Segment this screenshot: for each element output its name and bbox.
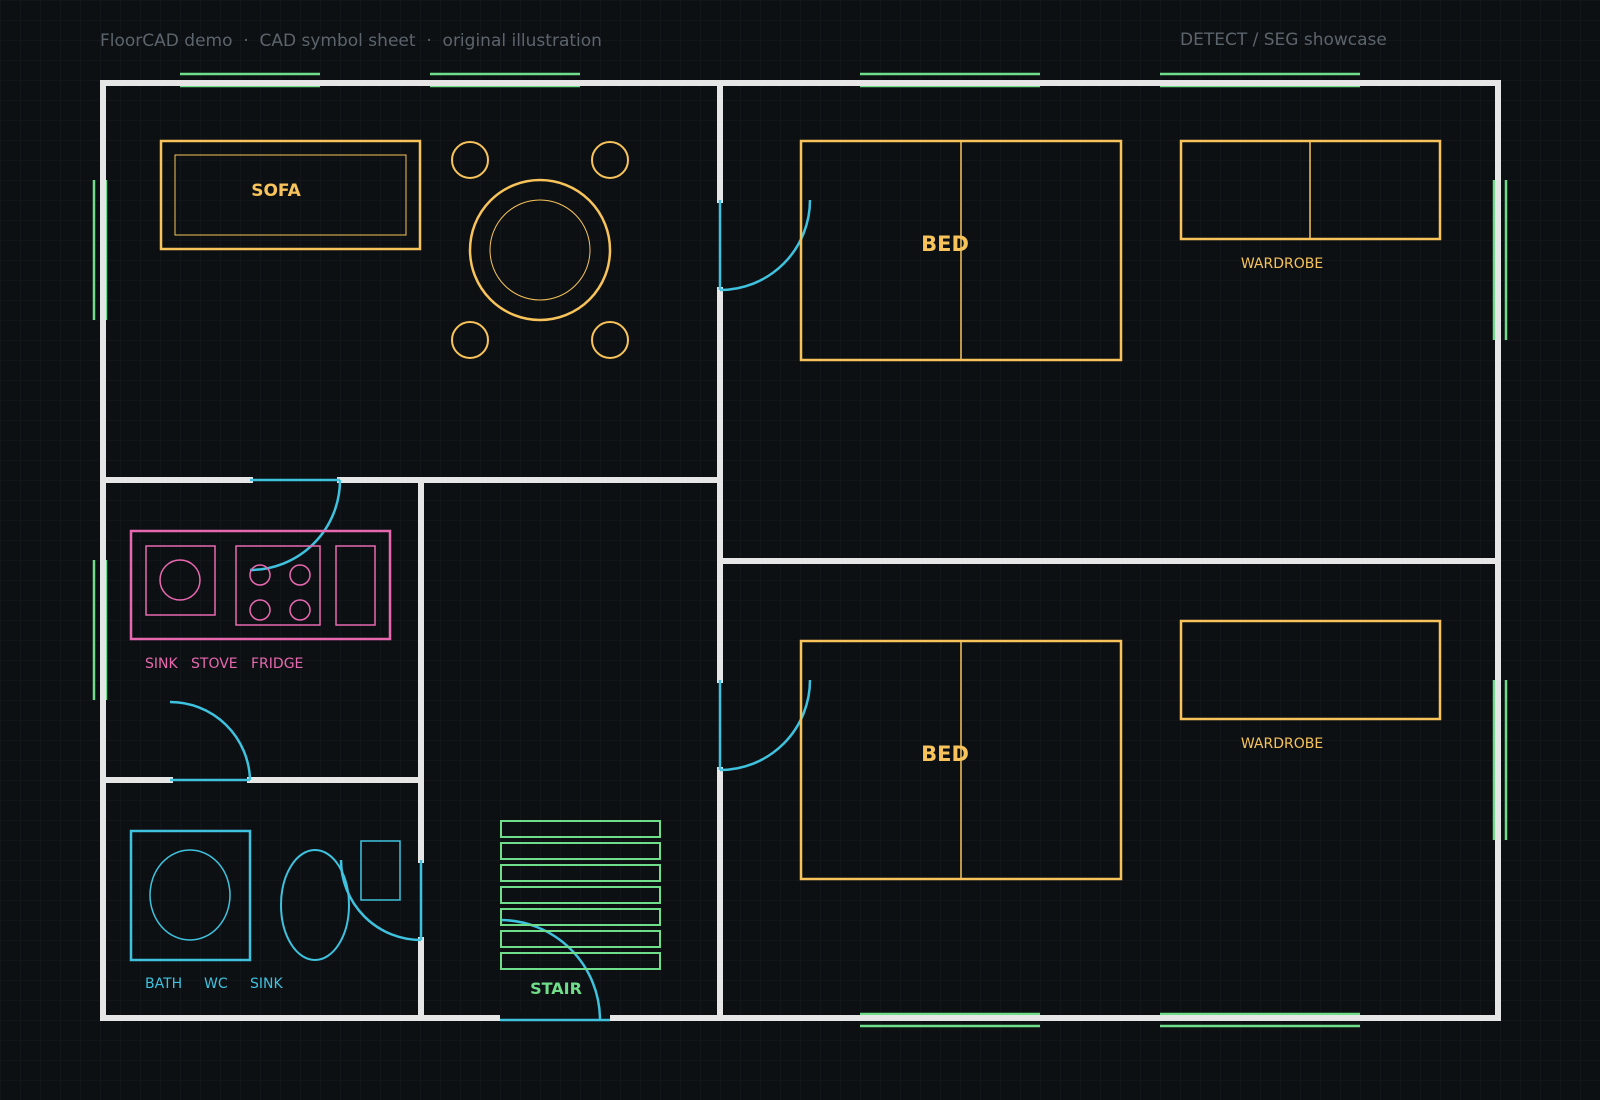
- fridge-label: FRIDGE: [251, 656, 303, 672]
- bed-top-label: BED: [921, 232, 969, 256]
- stove-label: STOVE: [191, 656, 238, 672]
- sofa-label: SOFA: [251, 181, 301, 201]
- bath-label: BATH: [145, 976, 182, 992]
- wc-label: WC: [204, 976, 228, 992]
- wardrobe-bottom-label: WARDROBE: [1241, 736, 1323, 752]
- header-tag: DETECT / SEG showcase: [1180, 30, 1387, 50]
- kitchen-sink-label: SINK: [145, 656, 178, 672]
- bath-sink-label: SINK: [250, 976, 283, 992]
- stair-label: STAIR: [530, 979, 582, 998]
- entrance-gap: [500, 1012, 610, 1024]
- wardrobe-top-label: WARDROBE: [1241, 256, 1323, 272]
- bed-bottom-label: BED: [921, 742, 969, 766]
- header-title: FloorCAD demo · CAD symbol sheet · origi…: [100, 31, 602, 51]
- floor-plan-canvas: FloorCAD demo · CAD symbol sheet · origi…: [0, 0, 1600, 1100]
